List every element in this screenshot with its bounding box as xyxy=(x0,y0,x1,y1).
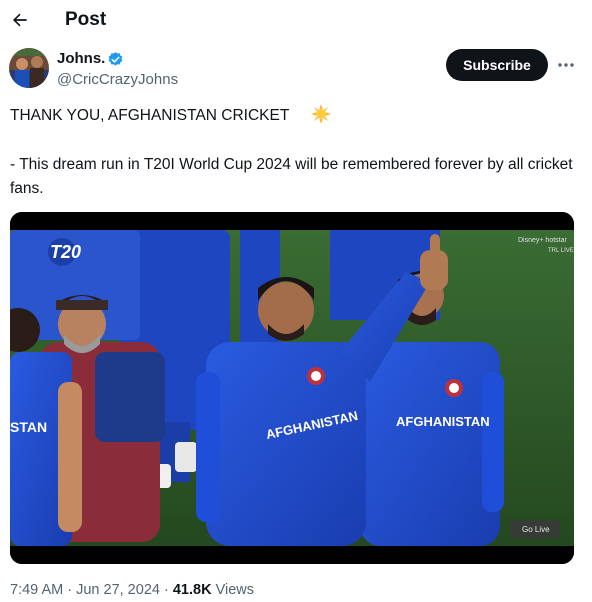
post-header: Post xyxy=(0,0,592,42)
post-date[interactable]: Jun 27, 2024 xyxy=(76,582,160,598)
right-jersey-text: AFGHANISTAN xyxy=(396,414,490,429)
t20-logo-text: T20 xyxy=(50,242,81,262)
back-arrow-icon[interactable] xyxy=(10,10,30,30)
page-title: Post xyxy=(65,9,107,30)
post-text-line2: - This dream run in T20I World Cup 2024 … xyxy=(10,156,573,197)
views-label: Views xyxy=(211,582,254,598)
author-handle[interactable]: @CricCrazyJohns xyxy=(57,71,178,88)
video-frame: STAN T20 AFGHANISTAN AFGHANISTAN Disney+… xyxy=(10,212,574,564)
live-tag: TRL LIVE xyxy=(548,248,574,254)
left-jersey-text: STAN xyxy=(10,419,47,435)
post-time[interactable]: 7:49 AM xyxy=(10,582,63,598)
views-count: 41.8K xyxy=(172,582,212,598)
verified-badge-icon xyxy=(108,52,123,66)
post-media-video[interactable]: STAN T20 AFGHANISTAN AFGHANISTAN Disney+… xyxy=(10,212,574,564)
subscribe-button[interactable]: Subscribe xyxy=(446,49,548,81)
go-live-badge: Go Live xyxy=(522,525,550,534)
post-meta: 7:49 AM · Jun 27, 2024 · 41.8K Views xyxy=(10,582,254,598)
more-icon[interactable] xyxy=(556,56,576,74)
sun-emoji-icon xyxy=(311,104,331,124)
meta-separator: · xyxy=(159,582,173,598)
author-name[interactable]: Johns. xyxy=(57,50,105,67)
broadcaster-logo: Disney+ hotstar xyxy=(518,237,567,244)
post-text-line1: THANK YOU, AFGHANISTAN CRICKET xyxy=(10,107,290,124)
avatar[interactable] xyxy=(9,48,49,88)
meta-separator: · xyxy=(63,582,77,598)
